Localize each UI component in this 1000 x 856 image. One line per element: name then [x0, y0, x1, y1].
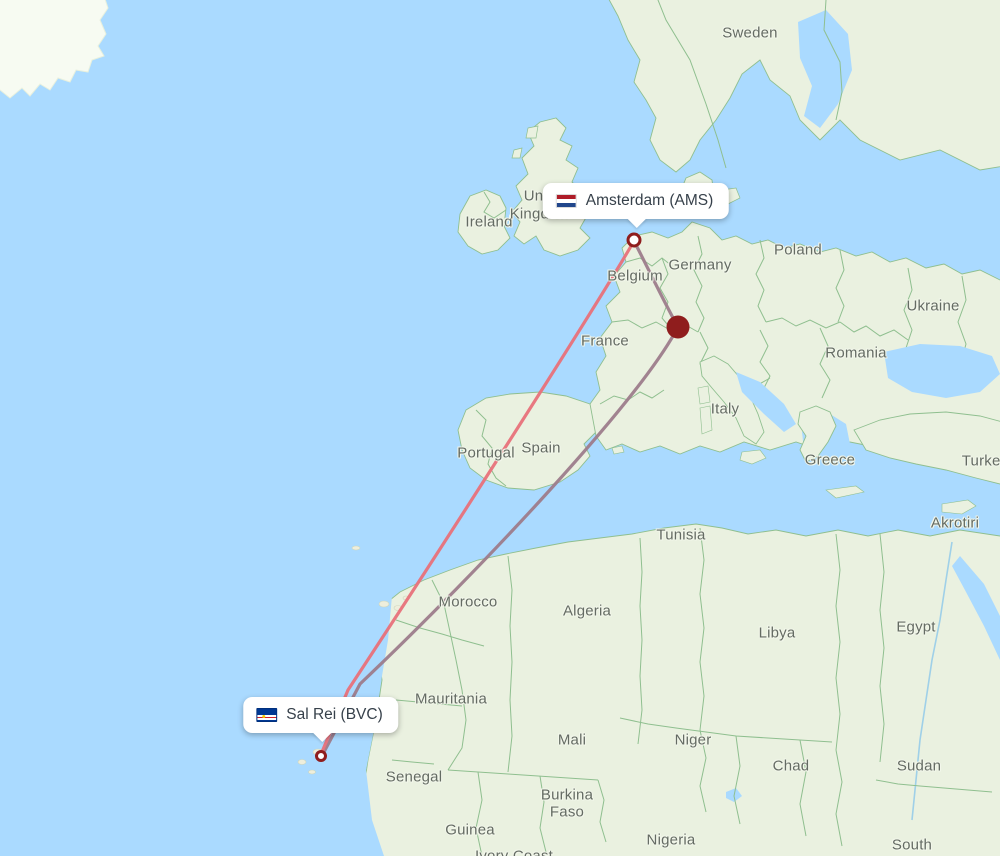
airport-tooltip-ams[interactable]: Amsterdam (AMS) [542, 183, 730, 219]
flight-route-map[interactable]: SwedenIrelandUnitedKingdomPolandGermanyB… [0, 0, 1000, 856]
cape-verde-flag-icon [256, 708, 278, 722]
airport-marker-bvc[interactable] [315, 750, 327, 762]
landmass-sardinia [699, 405, 713, 435]
airport-label-ams: Amsterdam (AMS) [585, 192, 714, 209]
madeira-islands [351, 545, 361, 551]
stopover-marker[interactable] [666, 315, 690, 339]
marker-dot-glyph [666, 315, 690, 339]
netherlands-flag-icon [555, 194, 577, 208]
marker-ring-glyph [626, 232, 642, 248]
marker-ring-glyph [315, 750, 327, 762]
map-canvas [0, 0, 1000, 856]
airport-marker-ams[interactable] [626, 232, 642, 248]
airport-label-bvc: Sal Rei (BVC) [286, 706, 383, 723]
landmass-north-africa [361, 523, 1000, 856]
airport-tooltip-bvc[interactable]: Sal Rei (BVC) [243, 697, 399, 733]
landmass-corsica [697, 385, 711, 405]
